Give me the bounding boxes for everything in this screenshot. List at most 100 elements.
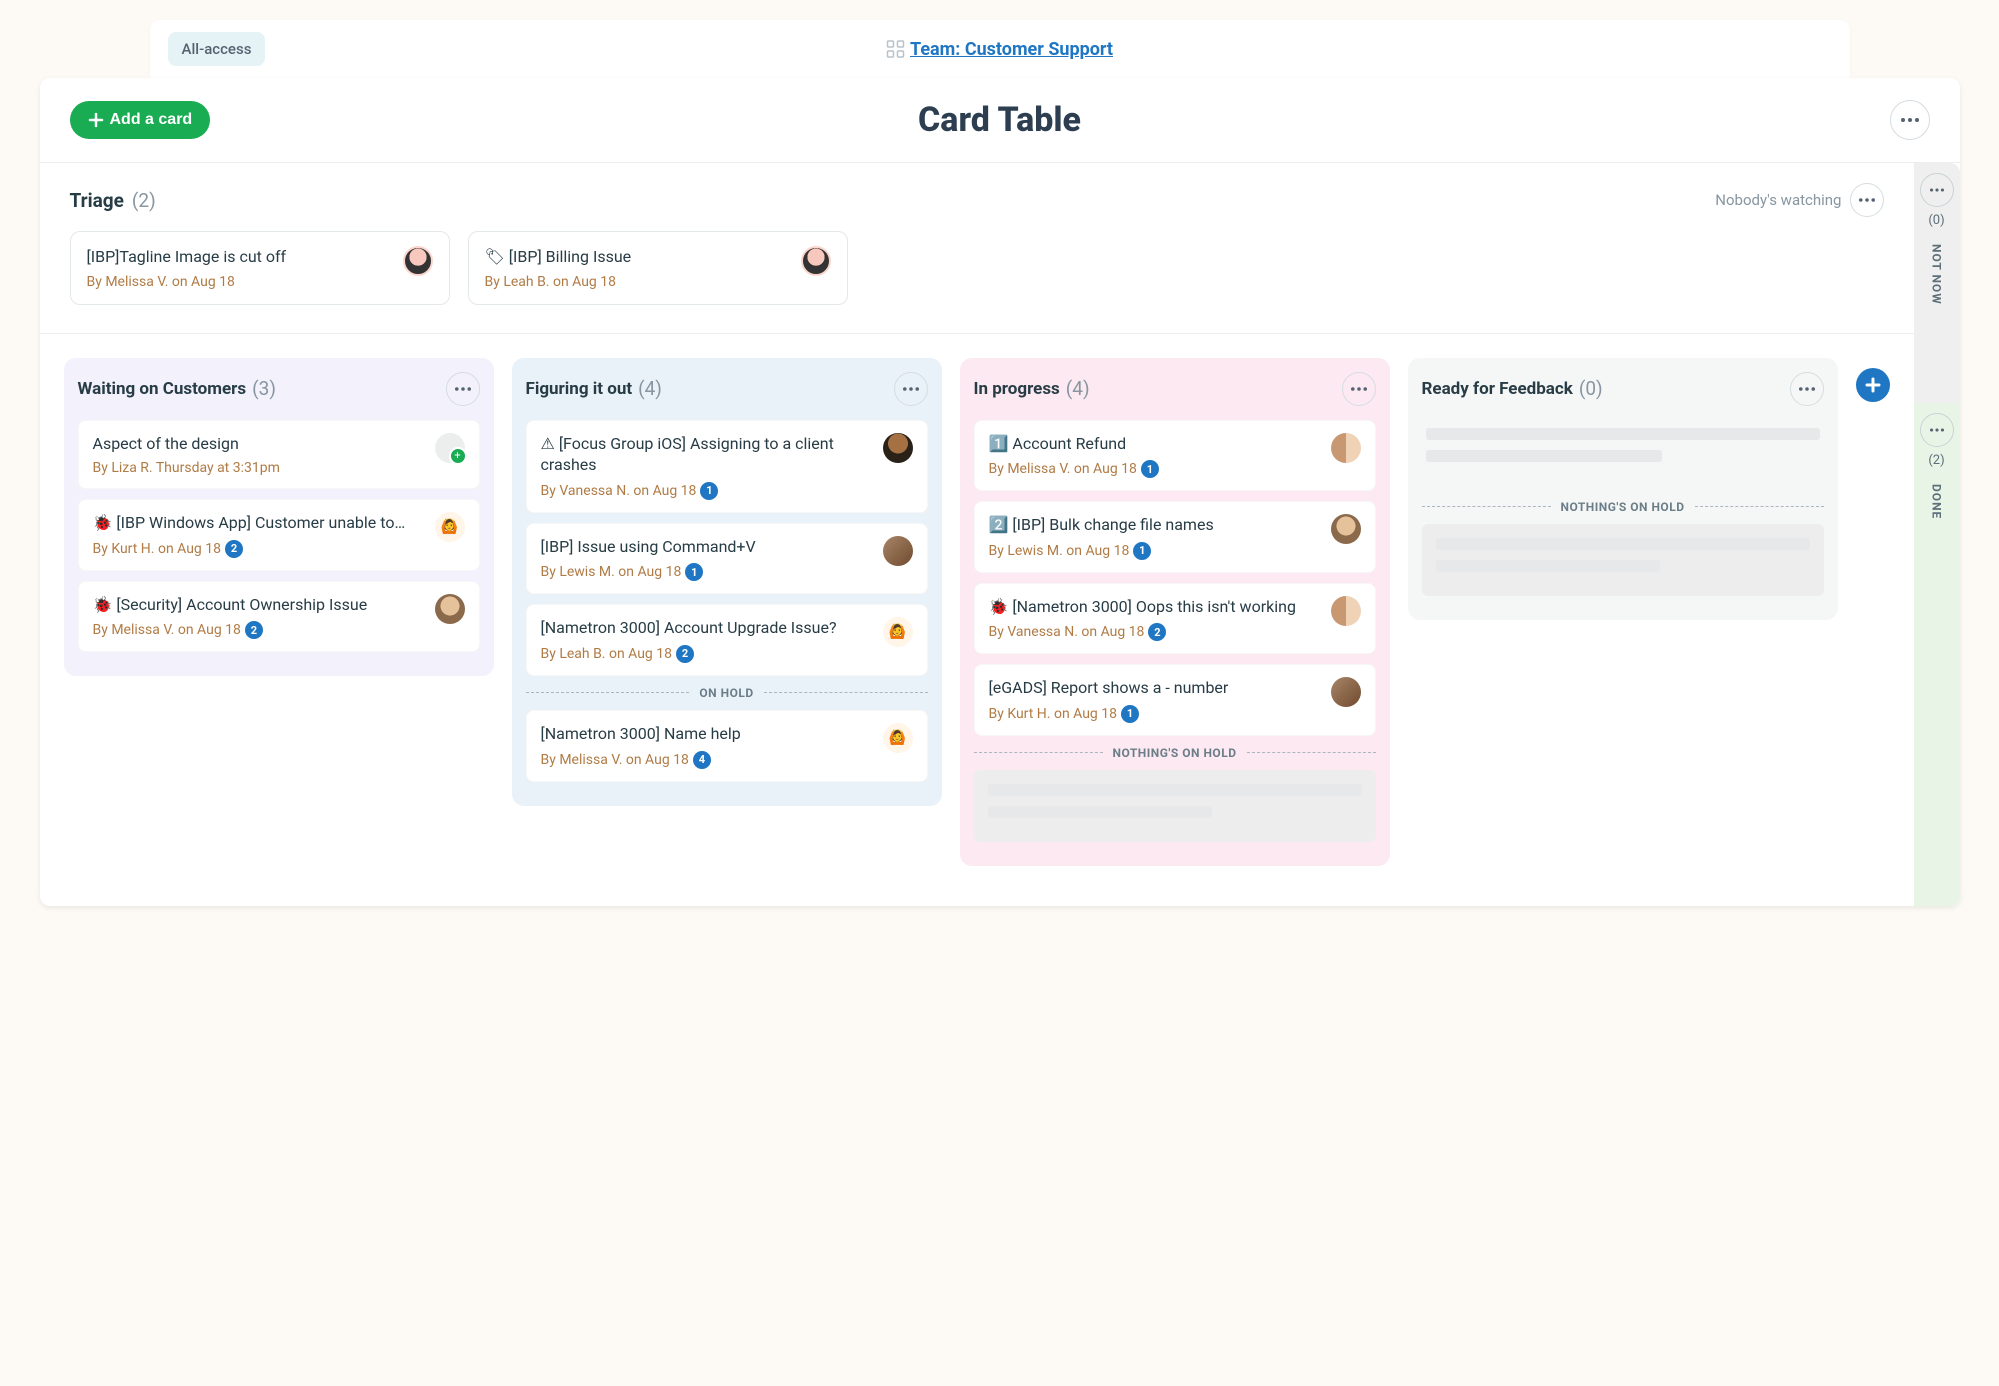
card-meta: By Melissa V. on Aug 18 xyxy=(541,752,689,768)
rail-more-button[interactable] xyxy=(1920,413,1954,447)
card-title: [IBP] Issue using Command+V xyxy=(541,536,873,558)
avatar-unassigned[interactable] xyxy=(435,433,465,463)
triage-more-button[interactable] xyxy=(1850,183,1884,217)
triage-title: Triage xyxy=(70,189,124,212)
card-title: [eGADS] Report shows a - number xyxy=(989,677,1321,699)
column-title: Ready for Feedback xyxy=(1422,379,1573,399)
access-badge[interactable]: All-access xyxy=(168,32,266,66)
right-rails: (0) NOT NOW (2) DONE xyxy=(1914,163,1960,906)
column-title: In progress xyxy=(974,379,1060,399)
card[interactable]: [Nametron 3000] Name help By Melissa V. … xyxy=(526,710,928,782)
card-meta: By Kurt H. on Aug 18 xyxy=(93,541,222,557)
card[interactable]: [Nametron 3000] Account Upgrade Issue? B… xyxy=(526,604,928,676)
triage-count: (2) xyxy=(132,189,156,212)
avatar xyxy=(1331,514,1361,544)
card-title: 🐞 [IBP Windows App] Customer unable to… xyxy=(93,512,425,534)
column-more-button[interactable] xyxy=(894,372,928,406)
team-link[interactable]: Team: Customer Support xyxy=(910,39,1113,60)
avatar xyxy=(883,536,913,566)
nothing-on-hold-label: NOTHING'S ON HOLD xyxy=(1561,500,1685,514)
column-count: (3) xyxy=(252,377,276,400)
card-meta: By Melissa V. on Aug 18 xyxy=(989,461,1137,477)
card[interactable]: 🐞 [Security] Account Ownership Issue By … xyxy=(78,581,480,653)
add-card-label: Add a card xyxy=(110,111,193,129)
on-hold-divider: ON HOLD xyxy=(526,686,928,700)
card[interactable]: 1️⃣ Account Refund By Melissa V. on Aug … xyxy=(974,420,1376,492)
avatar xyxy=(435,594,465,624)
on-hold-divider: NOTHING'S ON HOLD xyxy=(1422,500,1824,514)
triage-card[interactable]: 🏷 [IBP] Billing Issue By Leah B. on Aug … xyxy=(468,231,848,305)
add-column-button[interactable] xyxy=(1856,368,1890,402)
comment-badge: 2 xyxy=(676,645,694,663)
card-title: 🏷 [IBP] Billing Issue xyxy=(485,246,791,268)
column-more-button[interactable] xyxy=(446,372,480,406)
card[interactable]: [IBP] Issue using Command+V By Lewis M. … xyxy=(526,523,928,595)
comment-badge: 2 xyxy=(245,621,263,639)
rail-not-now[interactable]: (0) NOT NOW xyxy=(1914,163,1960,403)
rail-label: NOT NOW xyxy=(1930,244,1944,305)
placeholder-line xyxy=(1436,560,1660,572)
card[interactable]: ⚠ [Focus Group iOS] Assigning to a clien… xyxy=(526,420,928,513)
avatar xyxy=(403,246,433,276)
comment-badge: 1 xyxy=(1121,705,1139,723)
column-count: (4) xyxy=(1066,377,1090,400)
card-title: 1️⃣ Account Refund xyxy=(989,433,1321,455)
card-title: [Nametron 3000] Name help xyxy=(541,723,873,745)
column-more-button[interactable] xyxy=(1790,372,1824,406)
column-in-progress: In progress (4) 1️⃣ Account Refund By Me… xyxy=(960,358,1390,866)
card[interactable]: 🐞 [IBP Windows App] Customer unable to… … xyxy=(78,499,480,571)
card-title: [Nametron 3000] Account Upgrade Issue? xyxy=(541,617,873,639)
on-hold-label: ON HOLD xyxy=(699,686,753,700)
card-title: 🐞 [Nametron 3000] Oops this isn't workin… xyxy=(989,596,1321,618)
avatar xyxy=(1331,677,1361,707)
breadcrumb-bar: All-access Team: Customer Support xyxy=(150,20,1850,78)
placeholder-line xyxy=(988,784,1362,796)
rail-more-button[interactable] xyxy=(1920,173,1954,207)
card[interactable]: 2️⃣ [IBP] Bulk change file names By Lewi… xyxy=(974,501,1376,573)
column-count: (0) xyxy=(1579,377,1603,400)
watching-label[interactable]: Nobody's watching xyxy=(1715,191,1841,209)
comment-badge: 4 xyxy=(693,751,711,769)
placeholder-card xyxy=(1422,524,1824,596)
avatar-ooo-icon: 🙆 xyxy=(883,617,913,647)
card-meta: By Leah B. on Aug 18 xyxy=(485,274,791,290)
column-figuring: Figuring it out (4) ⚠ [Focus Group iOS] … xyxy=(512,358,942,806)
card-meta: By Vanessa N. on Aug 18 xyxy=(541,483,697,499)
comment-badge: 1 xyxy=(700,482,718,500)
comment-badge: 1 xyxy=(1133,542,1151,560)
column-count: (4) xyxy=(638,377,662,400)
placeholder-line xyxy=(988,806,1212,818)
comment-badge: 1 xyxy=(685,563,703,581)
triage-section: Triage (2) Nobody's watching [IBP]Taglin… xyxy=(40,163,1914,333)
placeholder-card xyxy=(974,770,1376,842)
avatar-ooo-icon: 🙆 xyxy=(883,723,913,753)
columns-section: Waiting on Customers (3) Aspect of the d… xyxy=(40,333,1914,906)
rail-count: (2) xyxy=(1928,453,1944,468)
nothing-on-hold-label: NOTHING'S ON HOLD xyxy=(1113,746,1237,760)
on-hold-divider: NOTHING'S ON HOLD xyxy=(974,746,1376,760)
placeholder-line xyxy=(1426,450,1662,462)
card[interactable]: 🐞 [Nametron 3000] Oops this isn't workin… xyxy=(974,583,1376,655)
column-more-button[interactable] xyxy=(1342,372,1376,406)
page-more-button[interactable] xyxy=(1890,100,1930,140)
card[interactable]: Aspect of the design By Liza R. Thursday… xyxy=(78,420,480,490)
header: Add a card Card Table xyxy=(40,78,1960,163)
grid-icon xyxy=(886,40,904,58)
plus-icon xyxy=(88,112,104,128)
card-title: ⚠ [Focus Group iOS] Assigning to a clien… xyxy=(541,433,873,476)
card-meta: By Melissa V. on Aug 18 xyxy=(87,274,393,290)
triage-card[interactable]: [IBP]Tagline Image is cut off By Melissa… xyxy=(70,231,450,305)
rail-count: (0) xyxy=(1928,213,1944,228)
main-panel: Add a card Card Table Triage (2) Nobody'… xyxy=(40,78,1960,906)
card[interactable]: [eGADS] Report shows a - number By Kurt … xyxy=(974,664,1376,736)
card-meta: By Vanessa N. on Aug 18 xyxy=(989,624,1145,640)
page-title: Card Table xyxy=(918,100,1081,140)
add-card-button[interactable]: Add a card xyxy=(70,101,211,139)
card-title: [IBP]Tagline Image is cut off xyxy=(87,246,393,268)
column-waiting: Waiting on Customers (3) Aspect of the d… xyxy=(64,358,494,677)
placeholder-line xyxy=(1436,538,1810,550)
rail-done[interactable]: (2) DONE xyxy=(1914,403,1960,906)
placeholder-card xyxy=(1422,420,1824,490)
placeholder-line xyxy=(1426,428,1820,440)
comment-badge: 1 xyxy=(1141,460,1159,478)
